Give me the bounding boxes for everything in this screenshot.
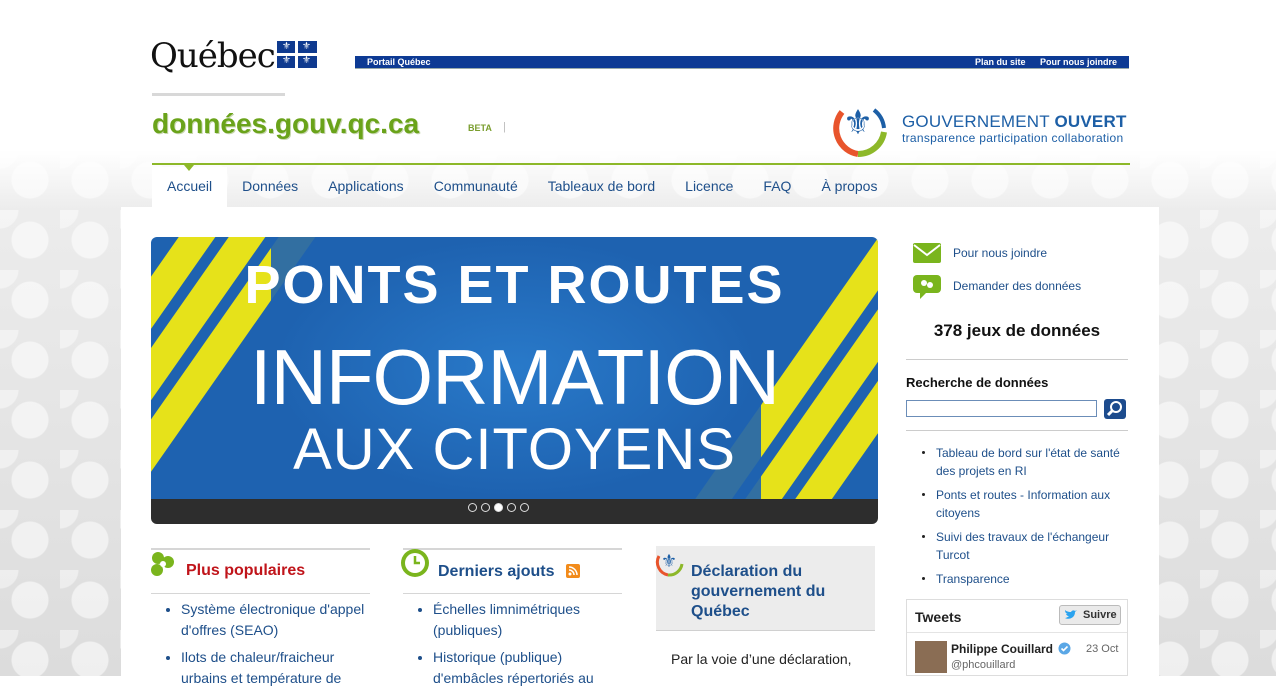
bullet (418, 608, 422, 612)
envelope-icon (913, 243, 941, 263)
search-input[interactable] (906, 400, 1097, 417)
title-decoration (152, 93, 285, 96)
follow-button[interactable]: Suivre (1059, 605, 1121, 625)
latest-item-1[interactable]: Échelles limnimétriques (publiques) (433, 599, 580, 641)
sidebar-request-link[interactable]: Demander des données (953, 279, 1081, 293)
rss-icon[interactable] (566, 564, 580, 578)
beta-badge: BETA (468, 123, 492, 133)
contact-link[interactable]: Pour nous joindre (1040, 56, 1117, 68)
site-title[interactable]: données.gouv.qc.ca (152, 108, 419, 140)
latest-title: Derniers ajouts (438, 563, 555, 580)
sidebar-link-transparence[interactable]: Transparence (936, 570, 1010, 588)
twitter-bird-icon (1065, 610, 1077, 619)
slide-subtitle: AUX CITOYENS (293, 417, 736, 482)
slider-dot[interactable] (468, 503, 477, 512)
nav-item-communaute[interactable]: Communauté (419, 167, 533, 207)
sidebar-divider (906, 359, 1128, 360)
search-label: Recherche de données (906, 375, 1049, 390)
latest-rule (403, 548, 622, 550)
clock-icon (401, 549, 429, 577)
bullet (166, 656, 170, 660)
nav-item-applications[interactable]: Applications (313, 167, 419, 207)
main-nav: Accueil Données Applications Communauté … (152, 167, 892, 207)
sidebar-link-ponts[interactable]: Ponts et routes - Information aux citoyen… (936, 486, 1110, 522)
nav-item-donnees[interactable]: Données (227, 167, 313, 207)
chat-icon (913, 275, 941, 299)
nav-item-faq[interactable]: FAQ (748, 167, 806, 207)
beta-separator: | (503, 121, 506, 133)
bullet (922, 493, 925, 496)
tweet-date[interactable]: 23 Oct (1086, 643, 1118, 655)
popular-title: Plus populaires (186, 562, 306, 579)
sitemap-link[interactable]: Plan du site (975, 56, 1026, 68)
tweet-separator (907, 632, 1127, 633)
quebec-logo[interactable]: Québec (150, 36, 276, 76)
declaration-text: Par la voie d’une déclaration, (671, 651, 852, 667)
sidebar-link-tableau[interactable]: Tableau de bord sur l'état de santé des p… (936, 444, 1120, 480)
avatar[interactable] (915, 641, 947, 673)
portal-bar: Portail Québec Plan du site Pour nous jo… (355, 56, 1129, 68)
quebec-flag-icon: ⚜ ⚜ ⚜ ⚜ (277, 41, 317, 68)
sidebar-divider-2 (906, 430, 1128, 431)
nav-item-licence[interactable]: Licence (670, 167, 748, 207)
sidebar-contact-link[interactable]: Pour nous joindre (953, 246, 1047, 260)
slide-headline: PONTS ET ROUTES (244, 255, 785, 315)
latest-item-2[interactable]: Historique (publique) d'embâcles répertor… (433, 647, 594, 689)
popular-item-1[interactable]: Système électronique d'appel d'offres (SE… (181, 599, 364, 641)
popular-item-2[interactable]: Ilots de chaleur/fraicheur urbains et tem… (181, 647, 341, 689)
portal-quebec-link[interactable]: Portail Québec (367, 56, 431, 68)
bullet (166, 608, 170, 612)
gouvernement-ouvert-small-icon: ⚜ (655, 551, 684, 577)
bullet (922, 577, 925, 580)
search-button[interactable] (1104, 399, 1126, 419)
bullet (922, 535, 925, 538)
popular-divider (151, 593, 370, 594)
svg-text:⚜: ⚜ (843, 103, 873, 143)
nav-item-accueil[interactable]: Accueil (152, 167, 228, 207)
go-title: GOUVERNEMENT OUVERT (902, 112, 1127, 131)
declaration-title[interactable]: Déclaration du gouvernement du Québec (691, 562, 825, 622)
nav-active-caret (184, 165, 194, 171)
slide-title: INFORMATION (249, 333, 780, 421)
svg-text:⚜: ⚜ (661, 551, 677, 572)
tweet-author-handle[interactable]: @phcouillard (951, 659, 1015, 671)
verified-icon (1058, 642, 1071, 655)
popular-icon (151, 552, 174, 576)
popular-rule (151, 548, 370, 550)
sidebar-link-turcot[interactable]: Suivi des travaux de l'échangeur Turcot (936, 528, 1109, 564)
header-rule (152, 163, 1130, 165)
slider-dot[interactable] (481, 503, 490, 512)
nav-item-a-propos[interactable]: À propos (806, 167, 892, 207)
latest-divider (403, 593, 622, 594)
search-icon (1106, 401, 1122, 417)
portal-underline (355, 68, 1129, 69)
slider-dots (468, 503, 529, 512)
dataset-count: 378 jeux de données (933, 321, 1101, 340)
slider-dot[interactable] (507, 503, 516, 512)
go-subtitle: transparence participation collaboration (902, 131, 1124, 145)
bullet (418, 656, 422, 660)
nav-item-tableaux[interactable]: Tableaux de bord (533, 167, 670, 207)
tweets-title: Tweets (915, 609, 962, 625)
slider-dot[interactable] (520, 503, 529, 512)
gouvernement-ouvert-logo-icon: ⚜ (833, 103, 887, 158)
tweet-author-name[interactable]: Philippe Couillard (951, 642, 1053, 656)
bullet (922, 451, 925, 454)
slider-dot-active[interactable] (494, 503, 503, 512)
